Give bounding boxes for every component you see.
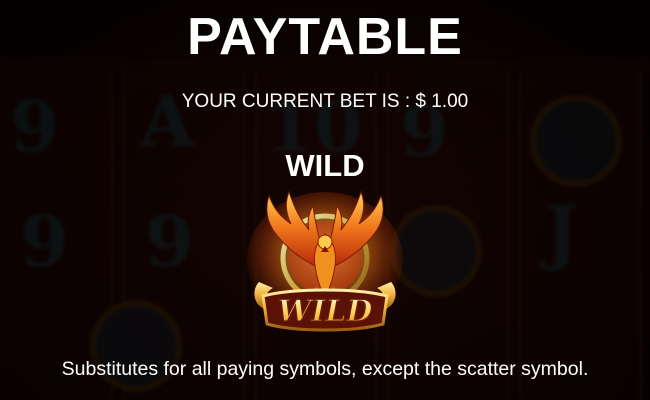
symbol-name: WILD <box>285 148 365 183</box>
phoenix-wild-icon: WILD <box>247 190 403 332</box>
paytable-screen: 9 A 10 9 9 9 J PAYTABLE YOUR CURRENT BET… <box>0 0 650 400</box>
paytable-title: PAYTABLE <box>187 8 463 66</box>
current-bet-label: YOUR CURRENT BET IS : $ 1.00 <box>181 91 469 112</box>
symbol-description: Substitutes for all paying symbols, exce… <box>61 358 589 380</box>
wild-badge-text: WILD <box>278 294 373 329</box>
